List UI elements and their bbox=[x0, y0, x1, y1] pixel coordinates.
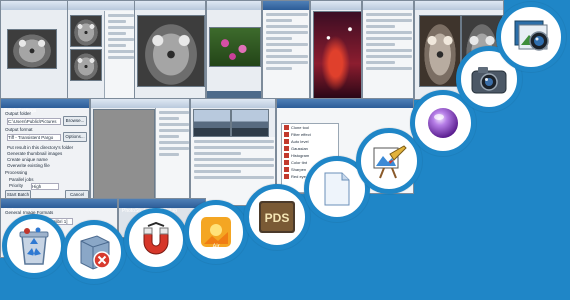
adjust-panel bbox=[363, 10, 413, 99]
settings-panel bbox=[104, 11, 134, 99]
svg-text:Air: Air bbox=[212, 244, 219, 250]
city-photo-1 bbox=[193, 109, 231, 137]
nebula-photo bbox=[313, 11, 361, 99]
title-bar: Batch Settings bbox=[1, 99, 89, 114]
koala-photo-large bbox=[137, 15, 205, 87]
koala-photo-before bbox=[70, 15, 102, 47]
editor-window-7 bbox=[362, 0, 414, 100]
output-folder-label: Output folder bbox=[5, 111, 32, 116]
painter-icon bbox=[373, 145, 407, 179]
recycle-bin-app[interactable] bbox=[2, 214, 66, 278]
editor-window-4 bbox=[206, 0, 262, 100]
settings-panel bbox=[155, 108, 189, 201]
flowers-photo bbox=[209, 27, 261, 67]
koala-photo bbox=[7, 29, 57, 69]
title-bar: PhotoStudio Pro 2 Setup bbox=[119, 199, 205, 214]
title-bar bbox=[91, 99, 189, 108]
svg-text:PDS: PDS bbox=[265, 211, 290, 225]
magnet-u-icon bbox=[143, 222, 169, 255]
photo-viewer-app[interactable] bbox=[496, 2, 566, 72]
radio-option-2[interactable]: Generate thumbnail images bbox=[7, 151, 62, 156]
title-bar bbox=[1, 1, 67, 10]
editor-window-5 bbox=[262, 0, 310, 100]
radio-option-1[interactable]: Put result in this directory's folder bbox=[7, 145, 73, 150]
editor-window-6 bbox=[310, 0, 362, 100]
city-photo-2 bbox=[231, 109, 269, 137]
title-bar bbox=[415, 1, 503, 10]
list-item[interactable]: Gaussian bbox=[282, 145, 338, 152]
painter-app[interactable] bbox=[356, 128, 422, 194]
editor-window-3 bbox=[134, 0, 206, 100]
title-bar bbox=[311, 1, 361, 10]
photo-viewer-icon bbox=[514, 20, 549, 51]
purple-orb-icon bbox=[428, 108, 458, 138]
options-button[interactable]: Options... bbox=[63, 132, 87, 142]
list-item[interactable]: Filter effect bbox=[282, 131, 338, 138]
list-item[interactable]: Auto level bbox=[282, 138, 338, 145]
recycle-bin-icon bbox=[19, 227, 49, 265]
pds-icon: PDS bbox=[259, 201, 295, 233]
camera-icon bbox=[471, 67, 507, 94]
sun-photo-app[interactable]: Air bbox=[184, 200, 248, 264]
title-bar bbox=[363, 1, 413, 10]
koala-photo-warm bbox=[419, 15, 461, 87]
output-format-label: Output format bbox=[5, 127, 33, 132]
tool-panel bbox=[263, 10, 309, 99]
editor-window-gray bbox=[90, 98, 190, 202]
uninstaller-app[interactable] bbox=[62, 220, 126, 284]
document-icon bbox=[324, 172, 350, 206]
magnet-app[interactable] bbox=[124, 208, 188, 272]
batch-settings-dialog: Batch Settings Output folder C:\Users\Pu… bbox=[0, 98, 90, 200]
title-bar bbox=[68, 1, 134, 10]
editor-window-2 bbox=[67, 0, 135, 100]
output-folder-field[interactable]: C:\Users\Public\Pictures bbox=[7, 118, 61, 125]
pds-app[interactable]: PDS bbox=[244, 184, 310, 250]
processing-label: Processing bbox=[5, 170, 28, 175]
sun-photo-icon: Air bbox=[201, 217, 231, 250]
title-bar bbox=[135, 1, 205, 10]
tab-general[interactable]: General bbox=[5, 210, 21, 215]
koala-photo-after bbox=[70, 49, 102, 81]
title-bar bbox=[263, 1, 309, 10]
browse-button[interactable]: Browse... bbox=[63, 116, 87, 126]
priority-label: Priority bbox=[9, 183, 24, 188]
format-select[interactable]: Tiff - Transistent Pargo bbox=[7, 134, 61, 141]
editor-window-1 bbox=[0, 0, 68, 100]
screenshot-collage: Batch Settings Output folder C:\Users\Pu… bbox=[0, 0, 570, 300]
parallel-jobs-label: Parallel jobs bbox=[9, 177, 34, 182]
title-bar bbox=[277, 99, 413, 108]
uninstaller-icon bbox=[80, 235, 111, 270]
radio-option-4[interactable]: Overwrite existing file bbox=[7, 163, 50, 168]
title-bar: Preferences bbox=[1, 199, 117, 214]
priority-select[interactable]: High bbox=[31, 183, 59, 190]
empty-canvas bbox=[93, 109, 155, 201]
list-item[interactable]: Clone tool bbox=[282, 124, 338, 131]
radio-option-3[interactable]: Create unique name bbox=[7, 157, 48, 162]
title-bar bbox=[207, 1, 261, 10]
title-bar bbox=[191, 99, 275, 108]
